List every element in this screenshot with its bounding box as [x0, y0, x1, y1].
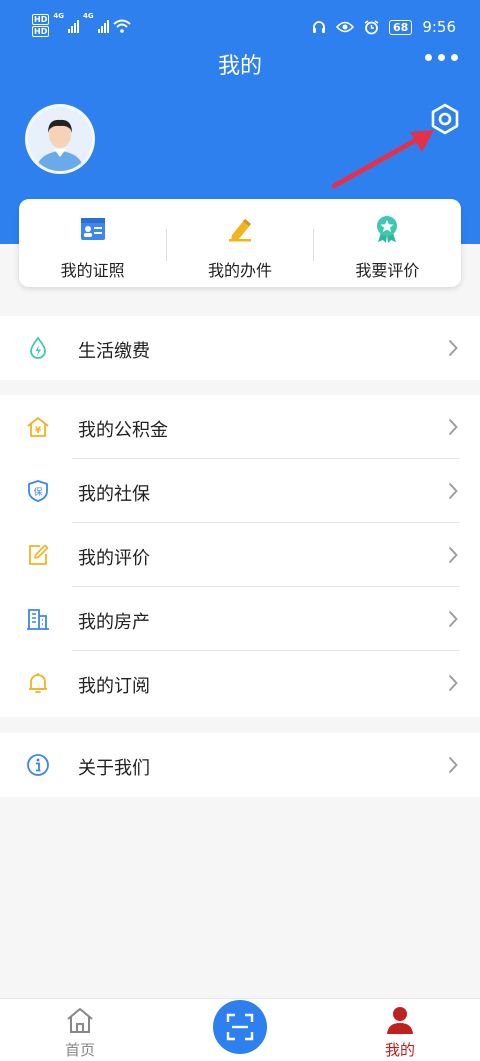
eye-icon [336, 21, 354, 33]
quick-divider [313, 229, 314, 261]
quick-divider [166, 229, 167, 261]
status-bar: HD HD 4G 4G 68 9:56 [0, 0, 480, 52]
quick-my-licenses[interactable]: 我的证照 [19, 199, 166, 287]
wifi-icon [112, 19, 131, 33]
chevron-right-icon [448, 339, 458, 357]
network-type: 4G [53, 12, 64, 20]
bell-icon [29, 673, 47, 693]
menu-label: 生活缴费 [78, 341, 150, 362]
quick-label: 我的办件 [207, 261, 272, 280]
pencil-icon [228, 219, 251, 242]
menu-section-personal: ¥ 我的公积金 保 我的社保 我的评价 我的房产 我的订阅 [0, 395, 480, 717]
house-yuan-icon: ¥ [27, 417, 49, 437]
menu-label: 我的社保 [78, 484, 150, 505]
signal-group: HD HD 4G 4G [32, 12, 131, 37]
award-star-icon [377, 216, 398, 243]
water-energy-icon [30, 336, 46, 359]
quick-label: 我的证照 [60, 261, 125, 280]
tab-home[interactable]: 首页 [40, 999, 120, 1061]
dot-icon [425, 54, 432, 61]
menu-label: 我的订阅 [78, 676, 150, 697]
menu-item-utility-payment[interactable]: 生活缴费 [0, 316, 480, 380]
dot-icon [438, 54, 445, 61]
menu-section-utilities: 生活缴费 [0, 316, 480, 380]
chevron-right-icon [448, 418, 458, 436]
page-title: 我的 [217, 54, 262, 79]
alarm-icon [364, 19, 379, 34]
chevron-right-icon [448, 482, 458, 500]
info-icon [27, 754, 49, 776]
chevron-right-icon [448, 674, 458, 692]
quick-my-cases[interactable]: 我的办件 [166, 199, 313, 287]
menu-item-my-reviews[interactable]: 我的评价 [0, 523, 480, 587]
menu-section-about: 关于我们 [0, 733, 480, 797]
chevron-right-icon [448, 756, 458, 774]
menu-item-my-property[interactable]: 我的房产 [0, 587, 480, 651]
headphones-icon [313, 21, 325, 33]
home-icon [67, 1008, 93, 1033]
quick-label: 我要评价 [355, 261, 420, 280]
annotation-arrow-icon [331, 130, 434, 189]
svg-text:保: 保 [33, 486, 42, 498]
menu-label: 关于我们 [78, 758, 150, 779]
signal-icon [67, 19, 79, 33]
menu-item-my-subscriptions[interactable]: 我的订阅 [0, 651, 480, 715]
menu-item-about-us[interactable]: 关于我们 [0, 733, 480, 797]
network-type: 4G [82, 12, 94, 20]
quick-actions-card: 我的证照 我的办件 我要评价 [19, 199, 461, 287]
shield-insurance-icon: 保 [28, 480, 48, 502]
id-card-icon [80, 218, 105, 240]
scan-icon [226, 1013, 254, 1041]
hd-badge: HD [32, 14, 50, 25]
building-icon [27, 609, 49, 630]
user-avatar-icon [28, 107, 92, 171]
tab-label: 我的 [384, 1041, 415, 1059]
more-menu-button[interactable] [425, 54, 458, 61]
tab-mine[interactable]: 我的 [360, 999, 440, 1061]
user-icon [387, 1007, 413, 1034]
quick-rate[interactable]: 我要评价 [314, 199, 461, 287]
menu-item-social-insurance[interactable]: 保 我的社保 [0, 459, 480, 523]
status-indicators: 68 9:56 [312, 18, 456, 36]
chevron-right-icon [448, 610, 458, 628]
battery-indicator: 68 [389, 19, 413, 35]
menu-label: 我的公积金 [78, 420, 168, 441]
clock: 9:56 [422, 18, 456, 36]
edit-note-icon [29, 544, 49, 565]
signal-icon [97, 19, 109, 33]
hd-badge: HD [32, 26, 50, 37]
menu-label: 我的评价 [78, 548, 150, 569]
scan-button[interactable] [213, 1000, 267, 1054]
chevron-right-icon [448, 546, 458, 564]
dot-icon [451, 54, 458, 61]
svg-text:¥: ¥ [35, 426, 42, 436]
tab-label: 首页 [64, 1041, 95, 1059]
menu-label: 我的房产 [78, 612, 150, 633]
avatar[interactable] [25, 104, 95, 174]
menu-item-housing-fund[interactable]: ¥ 我的公积金 [0, 395, 480, 459]
